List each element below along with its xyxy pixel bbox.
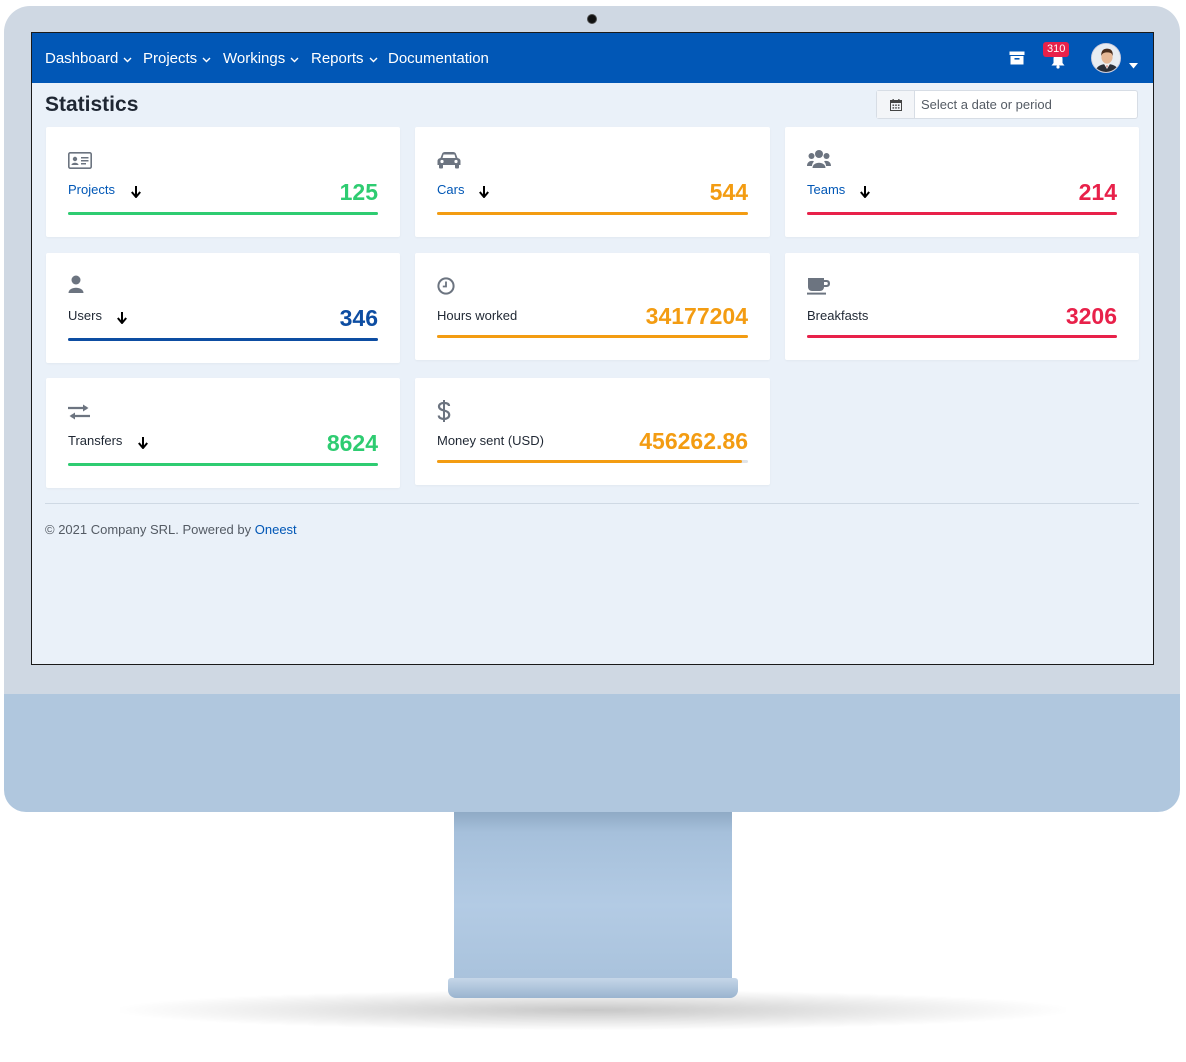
sort-arrow-down-icon[interactable]: [131, 185, 141, 203]
stat-value: 3206: [1065, 303, 1117, 329]
stat-value: 456262.86: [639, 428, 748, 454]
stat-label: Users: [68, 308, 102, 323]
progress-bar-fill: [807, 335, 1117, 338]
progress-bar: [68, 212, 378, 215]
sort-arrow-down-icon[interactable]: [479, 185, 489, 203]
progress-bar-fill: [68, 463, 378, 466]
dollar-icon: [437, 400, 451, 427]
footer: © 2021 Company SRL. Powered by Oneest: [45, 522, 297, 538]
stat-value: 34177204: [645, 303, 748, 329]
sort-arrow-down-icon[interactable]: [138, 436, 148, 454]
monitor-stand: [454, 812, 732, 982]
nav-workings[interactable]: Workings: [223, 50, 299, 68]
stat-value: 8624: [326, 430, 378, 456]
progress-bar-fill: [68, 338, 378, 341]
progress-bar-fill: [807, 212, 1117, 215]
stat-card-teams: Teams 214: [785, 127, 1139, 237]
date-picker-placeholder: Select a date or period: [921, 97, 1052, 112]
progress-bar-fill: [437, 212, 748, 215]
stat-value: 125: [339, 179, 378, 205]
coffee-icon: [807, 277, 831, 300]
nav-projects-label: Projects: [143, 50, 198, 67]
clock-icon: [437, 277, 455, 300]
stat-label: Hours worked: [437, 308, 518, 323]
sort-arrow-down-icon[interactable]: [117, 311, 127, 329]
chevron-down-icon: [202, 50, 211, 68]
monitor-chin: [4, 694, 1180, 812]
progress-bar: [807, 212, 1117, 215]
archive-icon[interactable]: [1009, 51, 1025, 70]
calendar-icon[interactable]: [877, 91, 915, 118]
users-icon: [807, 149, 831, 174]
progress-bar-fill: [437, 460, 742, 463]
nav-documentation[interactable]: Documentation: [388, 50, 489, 68]
stat-card-projects: Projects 125: [46, 127, 400, 237]
progress-bar: [68, 463, 378, 466]
nav-documentation-label: Documentation: [388, 50, 489, 67]
screen: Dashboard Projects Workings Reports Docu…: [31, 32, 1154, 665]
progress-bar-fill: [68, 212, 378, 215]
progress-bar: [437, 335, 748, 338]
id-card-icon: [68, 152, 92, 174]
nav-reports[interactable]: Reports: [311, 50, 378, 68]
stat-value: 346: [339, 305, 378, 331]
stat-card-breakfasts: Breakfasts 3206: [785, 253, 1139, 360]
nav-workings-label: Workings: [223, 50, 286, 67]
sort-arrow-down-icon[interactable]: [860, 185, 870, 203]
stat-card-money-sent: Money sent (USD) 456262.86: [415, 378, 770, 485]
stat-card-users: Users 346: [46, 253, 400, 363]
avatar[interactable]: [1091, 43, 1121, 73]
nav-reports-label: Reports: [311, 50, 364, 67]
stat-card-hours-worked: Hours worked 34177204: [415, 253, 770, 360]
progress-bar: [807, 335, 1117, 338]
footer-text: © 2021 Company SRL. Powered by: [45, 522, 255, 537]
footer-divider: [45, 503, 1139, 504]
stat-label[interactable]: Teams: [807, 182, 845, 198]
monitor-stand-foot: [448, 978, 738, 998]
stat-value: 544: [709, 179, 748, 205]
progress-bar: [437, 460, 748, 463]
progress-bar: [437, 212, 748, 215]
notification-count-badge: 310: [1043, 42, 1070, 57]
progress-bar-fill: [437, 335, 748, 338]
footer-link-oneest[interactable]: Oneest: [255, 522, 297, 537]
date-range-picker[interactable]: Select a date or period: [876, 90, 1138, 119]
stat-label: Breakfasts: [807, 308, 869, 323]
nav-projects[interactable]: Projects: [143, 50, 211, 68]
stat-card-cars: Cars 544: [415, 127, 770, 237]
page-title: Statistics: [45, 93, 139, 116]
stat-label[interactable]: Cars: [437, 182, 464, 198]
nav-dashboard-label: Dashboard: [45, 50, 119, 67]
caret-down-icon[interactable]: [1129, 56, 1138, 74]
top-navbar: Dashboard Projects Workings Reports Docu…: [32, 33, 1153, 83]
nav-dashboard[interactable]: Dashboard: [45, 50, 132, 68]
stat-label: Transfers: [68, 433, 123, 448]
stat-value: 214: [1078, 179, 1117, 205]
progress-bar: [68, 338, 378, 341]
stat-label[interactable]: Projects: [68, 182, 115, 198]
camera-icon: [587, 14, 597, 24]
chevron-down-icon: [123, 50, 132, 68]
stat-card-transfers: Transfers 8624: [46, 378, 400, 488]
chevron-down-icon: [369, 50, 378, 68]
stat-label: Money sent (USD): [437, 433, 544, 448]
user-icon: [68, 275, 84, 298]
chevron-down-icon: [290, 50, 299, 68]
car-icon: [437, 151, 461, 174]
exchange-icon: [68, 404, 90, 425]
